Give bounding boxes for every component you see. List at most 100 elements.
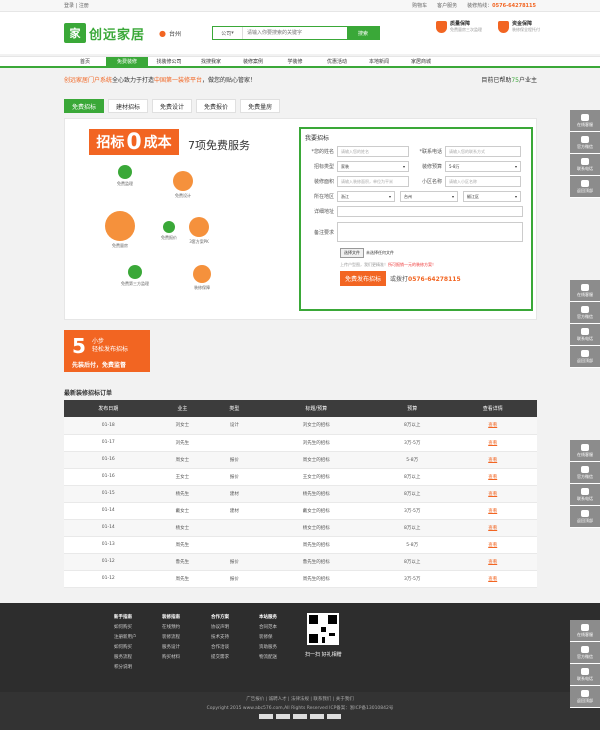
name-field[interactable]: 请输入您的姓名 bbox=[337, 146, 409, 157]
district-select[interactable]: 椒江区 ▾ bbox=[463, 191, 521, 202]
main-nav: 首页 免费装修 找装修公司 找搜我家 装修案例 学装修 优惠活动 本地新闻 家居… bbox=[0, 56, 600, 68]
side-button-1[interactable]: 官方微信 bbox=[570, 132, 600, 154]
address-field[interactable] bbox=[337, 206, 523, 217]
register-link[interactable]: 注册 bbox=[79, 3, 89, 9]
budget-select[interactable]: 5-8万 ▾ bbox=[445, 161, 521, 172]
footer-link[interactable]: 服务设计 bbox=[162, 643, 180, 653]
city-selector[interactable]: ● 台州 bbox=[159, 29, 181, 38]
footer-link[interactable]: 如何购买 bbox=[114, 623, 137, 633]
view-detail-link[interactable]: 查看 bbox=[448, 451, 537, 469]
footer-link[interactable]: 如何购买 bbox=[114, 643, 137, 653]
side-float-2: 在线客服 官方微信 联系电话 返回顶部 bbox=[570, 280, 600, 368]
side-button-0[interactable]: 在线客服 bbox=[570, 110, 600, 132]
side-button-0[interactable]: 在线客服 bbox=[570, 280, 600, 302]
search-input[interactable] bbox=[243, 27, 347, 39]
side-button-2[interactable]: 联系电话 bbox=[570, 324, 600, 346]
view-detail-link[interactable]: 查看 bbox=[448, 570, 537, 588]
table-cell: 刘女士 bbox=[152, 417, 213, 435]
search-scope-select[interactable]: 公司 ▾ bbox=[213, 27, 243, 39]
nav-mall[interactable]: 家居商城 bbox=[400, 57, 442, 66]
side-button-3[interactable]: 返回顶部 bbox=[570, 346, 600, 368]
footer-link[interactable]: 技术支持 bbox=[211, 633, 229, 643]
community-field[interactable]: 请输入小区名称 bbox=[445, 176, 521, 187]
nav-local-news[interactable]: 本地新闻 bbox=[358, 57, 400, 66]
footer-col-renovation: 装修指南 在线预约 装修流程 服务设计 购买材料 bbox=[162, 613, 180, 663]
view-detail-link[interactable]: 查看 bbox=[448, 468, 537, 486]
note-textarea[interactable] bbox=[337, 222, 523, 242]
side-button-1[interactable]: 官方微信 bbox=[570, 462, 600, 484]
footer-link[interactable]: 合作洽谈 bbox=[211, 643, 229, 653]
search-button[interactable]: 搜索 bbox=[347, 27, 379, 39]
footer-link[interactable]: 物流配送 bbox=[259, 653, 277, 663]
service-design: 免费设计 bbox=[173, 171, 193, 199]
side-button-3[interactable]: 返回顶部 bbox=[570, 176, 600, 198]
table-cell: 建材 bbox=[212, 485, 257, 503]
footer-link[interactable]: 资助服务 bbox=[259, 643, 277, 653]
footer-link[interactable]: 服务流程 bbox=[114, 653, 137, 663]
footer-link[interactable]: 提交需求 bbox=[211, 653, 229, 663]
footer-link[interactable]: 装修流程 bbox=[162, 633, 180, 643]
nav-find-company[interactable]: 找装修公司 bbox=[148, 57, 190, 66]
view-detail-link[interactable]: 查看 bbox=[448, 536, 537, 554]
table-row: 01-14 戴女士 建材 戴女士的招标 3万-5万 查看 bbox=[64, 502, 537, 520]
table-cell: 周女士 bbox=[152, 451, 213, 469]
footer-link[interactable]: 购买材料 bbox=[162, 653, 180, 663]
tab-free-design[interactable]: 免费设计 bbox=[152, 99, 193, 113]
view-detail-link[interactable]: 查看 bbox=[448, 485, 537, 503]
nav-home[interactable]: 首页 bbox=[64, 57, 106, 66]
footer-link[interactable]: 合同范本 bbox=[259, 623, 277, 633]
type-select[interactable]: 家装 ▾ bbox=[337, 161, 409, 172]
table-cell: 建材 bbox=[212, 502, 257, 520]
login-link[interactable]: 登录 bbox=[64, 3, 74, 9]
nav-free-renovation[interactable]: 免费装修 bbox=[106, 57, 148, 66]
city-select[interactable]: 台州 ▾ bbox=[400, 191, 458, 202]
chevron-down-icon: ▾ bbox=[514, 164, 517, 169]
footer-link[interactable]: 注册新用户 bbox=[114, 633, 137, 643]
view-detail-link[interactable]: 查看 bbox=[448, 417, 537, 435]
upload-button[interactable]: 选择文件 bbox=[340, 247, 364, 258]
view-detail-link[interactable]: 查看 bbox=[448, 519, 537, 537]
cart-link[interactable]: 购物车 bbox=[412, 2, 427, 9]
side-button-1[interactable]: 官方微信 bbox=[570, 302, 600, 324]
table-cell: 周女士的招标 bbox=[256, 451, 376, 469]
phone-icon bbox=[581, 327, 589, 335]
side-button-2[interactable]: 联系电话 bbox=[570, 484, 600, 506]
tab-free-tender[interactable]: 免费招标 bbox=[64, 99, 105, 113]
table-cell: 刘女士的招标 bbox=[256, 417, 376, 435]
tab-material-tender[interactable]: 建材招标 bbox=[108, 99, 149, 113]
table-cell: 01-14 bbox=[64, 502, 153, 520]
logo[interactable]: 家 创远家居 bbox=[64, 23, 145, 43]
tab-free-quote[interactable]: 免费报价 bbox=[196, 99, 237, 113]
side-button-2[interactable]: 联系电话 bbox=[570, 664, 600, 686]
footer-link[interactable]: 装修保 bbox=[259, 633, 277, 643]
side-button-0[interactable]: 在线客服 bbox=[570, 620, 600, 642]
side-button-3[interactable]: 返回顶部 bbox=[570, 506, 600, 528]
col-budget: 预算 bbox=[375, 400, 449, 417]
side-button-0[interactable]: 在线客服 bbox=[570, 440, 600, 462]
nav-cases[interactable]: 装修案例 bbox=[232, 57, 274, 66]
side-button-3[interactable]: 返回顶部 bbox=[570, 686, 600, 708]
footer-link[interactable]: 协议声明 bbox=[211, 623, 229, 633]
view-detail-link[interactable]: 查看 bbox=[448, 502, 537, 520]
side-button-2[interactable]: 联系电话 bbox=[570, 154, 600, 176]
nav-find-home[interactable]: 找搜我家 bbox=[190, 57, 232, 66]
table-cell: 3万-5万 bbox=[375, 434, 449, 452]
view-detail-link[interactable]: 查看 bbox=[448, 434, 537, 452]
service-link[interactable]: 客户服务 bbox=[437, 2, 457, 9]
view-detail-link[interactable]: 查看 bbox=[448, 553, 537, 571]
area-field[interactable]: 请输入装修面积，单位为平米 bbox=[337, 176, 409, 187]
helmet-icon bbox=[128, 265, 142, 279]
footer-links[interactable]: 广告报价 | 诚聘人才 | 法律法规 | 联系我们 | 关于我们 bbox=[0, 696, 600, 702]
nav-learn[interactable]: 学装修 bbox=[274, 57, 316, 66]
footer-col-heading: 合作方案 bbox=[211, 615, 229, 620]
submit-tender-button[interactable]: 免费发布招标 bbox=[340, 271, 387, 286]
call-hotline: 或拨打0576-64278115 bbox=[390, 276, 461, 283]
footer-link[interactable]: 在线预约 bbox=[162, 623, 180, 633]
nav-promotions[interactable]: 优惠活动 bbox=[316, 57, 358, 66]
province-select[interactable]: 浙江 ▾ bbox=[337, 191, 395, 202]
footer-link[interactable]: 积分说明 bbox=[114, 663, 137, 673]
tab-free-measure[interactable]: 免费量房 bbox=[240, 99, 281, 113]
side-button-1[interactable]: 官方微信 bbox=[570, 642, 600, 664]
phone-field[interactable]: 请输入您的联系方式 bbox=[445, 146, 521, 157]
upload-tip: 上传户型图，我们更精准！所可报销一元的装修方案！ bbox=[340, 262, 436, 267]
